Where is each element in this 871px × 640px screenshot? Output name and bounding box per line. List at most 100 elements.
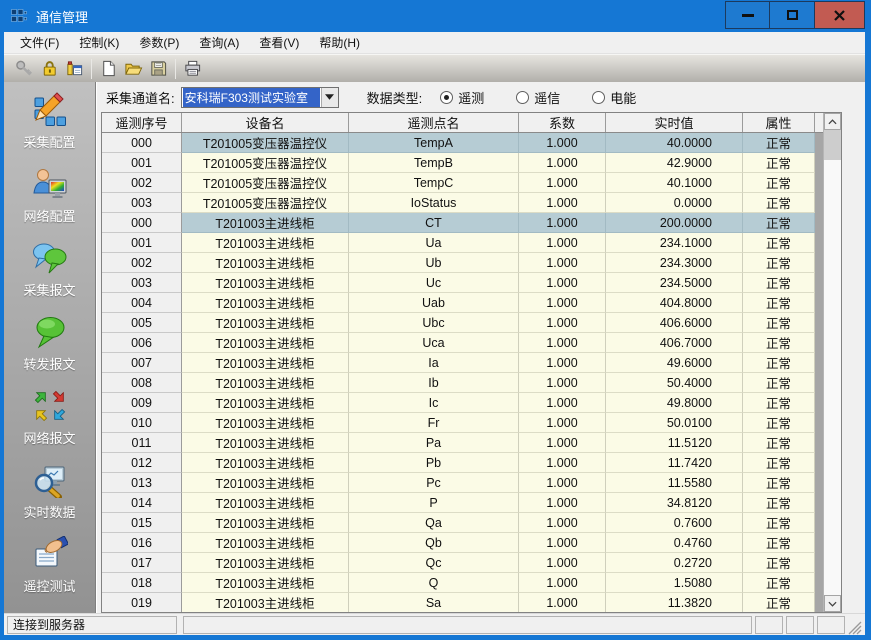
table-row[interactable]: 014 T201003主进线柜 P 1.000 34.8120 正常 [102, 493, 823, 513]
table-row[interactable]: 001 T201003主进线柜 Ua 1.000 234.1000 正常 [102, 233, 823, 253]
resize-grip-icon[interactable] [848, 621, 862, 635]
status-message: 连接到服务器 [7, 616, 177, 634]
sidebar-item-collect-config[interactable]: 采集配置 [4, 92, 95, 166]
cell-coef: 1.000 [519, 333, 606, 353]
sidebar-item-network-message[interactable]: 网络报文 [4, 388, 95, 462]
sidebar-item-collect-message[interactable]: 采集报文 [4, 240, 95, 314]
cell-filler [815, 593, 823, 612]
table-row[interactable]: 018 T201003主进线柜 Q 1.000 1.5080 正常 [102, 573, 823, 593]
menu-item[interactable]: 帮助(H) [309, 31, 370, 54]
cell-filler [815, 373, 823, 393]
table-row[interactable]: 007 T201003主进线柜 Ia 1.000 49.6000 正常 [102, 353, 823, 373]
new-file-icon[interactable] [96, 57, 121, 80]
cell-filler [815, 233, 823, 253]
maximize-button[interactable] [770, 1, 815, 29]
cell-attr: 正常 [743, 313, 815, 333]
table-row[interactable]: 003 T201005变压器温控仪 IoStatus 1.000 0.0000 … [102, 193, 823, 213]
save-icon[interactable] [146, 57, 171, 80]
column-header-coef[interactable]: 系数 [519, 113, 606, 132]
cell-coef: 1.000 [519, 253, 606, 273]
cell-coef: 1.000 [519, 273, 606, 293]
client-area: 文件(F) 控制(K) 参数(P) 查询(A) 查看(V) 帮助(H) [4, 32, 865, 635]
print-icon[interactable] [180, 57, 205, 80]
cell-filler [815, 333, 823, 353]
table-row[interactable]: 019 T201003主进线柜 Sa 1.000 11.3820 正常 [102, 593, 823, 612]
column-header-point[interactable]: 遥测点名 [349, 113, 519, 132]
sidebar-item-forward-message[interactable]: 转发报文 [4, 314, 95, 388]
table-row[interactable]: 008 T201003主进线柜 Ib 1.000 50.4000 正常 [102, 373, 823, 393]
cell-value: 1.5080 [606, 573, 743, 593]
column-header-seq[interactable]: 遥测序号 [102, 113, 182, 132]
menu-item[interactable]: 参数(P) [129, 31, 189, 54]
cell-value: 11.5580 [606, 473, 743, 493]
cell-seq: 017 [102, 553, 182, 573]
cell-device: T201003主进线柜 [182, 273, 349, 293]
table-row[interactable]: 017 T201003主进线柜 Qc 1.000 0.2720 正常 [102, 553, 823, 573]
scroll-down-button[interactable] [824, 595, 841, 612]
cell-seq: 000 [102, 213, 182, 233]
cell-attr: 正常 [743, 213, 815, 233]
scroll-up-button[interactable] [824, 113, 841, 130]
table-row[interactable]: 010 T201003主进线柜 Fr 1.000 50.0100 正常 [102, 413, 823, 433]
cell-device: T201003主进线柜 [182, 473, 349, 493]
cell-seq: 018 [102, 573, 182, 593]
cell-attr: 正常 [743, 353, 815, 373]
datatype-label: 数据类型: [367, 88, 423, 107]
column-header-attr[interactable]: 属性 [743, 113, 815, 132]
chevron-down-icon [325, 94, 334, 100]
datatype-radio-option[interactable]: 遥测 [440, 88, 484, 107]
cell-attr: 正常 [743, 253, 815, 273]
cell-attr: 正常 [743, 573, 815, 593]
cell-attr: 正常 [743, 233, 815, 253]
datatype-radio-option[interactable]: 电能 [592, 88, 636, 107]
table-row[interactable]: 006 T201003主进线柜 Uca 1.000 406.7000 正常 [102, 333, 823, 353]
menu-item[interactable]: 查看(V) [249, 31, 309, 54]
table-row[interactable]: 003 T201003主进线柜 Uc 1.000 234.5000 正常 [102, 273, 823, 293]
table-row[interactable]: 000 T201003主进线柜 CT 1.000 200.0000 正常 [102, 213, 823, 233]
cell-coef: 1.000 [519, 293, 606, 313]
table-row[interactable]: 016 T201003主进线柜 Qb 1.000 0.4760 正常 [102, 533, 823, 553]
config-tool-icon[interactable] [62, 57, 87, 80]
table-row[interactable]: 000 T201005变压器温控仪 TempA 1.000 40.0000 正常 [102, 133, 823, 153]
cell-filler [815, 413, 823, 433]
cell-device: T201003主进线柜 [182, 573, 349, 593]
column-header-value[interactable]: 实时值 [606, 113, 743, 132]
scrollbar-thumb[interactable] [824, 130, 841, 160]
table-row[interactable]: 013 T201003主进线柜 Pc 1.000 11.5580 正常 [102, 473, 823, 493]
table-row[interactable]: 005 T201003主进线柜 Ubc 1.000 406.6000 正常 [102, 313, 823, 333]
table-row[interactable]: 002 T201005变压器温控仪 TempC 1.000 40.1000 正常 [102, 173, 823, 193]
column-header-device[interactable]: 设备名 [182, 113, 349, 132]
menu-item[interactable]: 查询(A) [189, 31, 249, 54]
table-row[interactable]: 004 T201003主进线柜 Uab 1.000 404.8000 正常 [102, 293, 823, 313]
table-row[interactable]: 011 T201003主进线柜 Pa 1.000 11.5120 正常 [102, 433, 823, 453]
minimize-button[interactable] [725, 1, 770, 29]
scrollbar-track[interactable] [824, 160, 841, 595]
table-row[interactable]: 012 T201003主进线柜 Pb 1.000 11.7420 正常 [102, 453, 823, 473]
cell-filler [815, 513, 823, 533]
vertical-scrollbar[interactable] [823, 113, 841, 612]
sidebar-item-remote-test[interactable]: 遥控测试 [4, 536, 95, 610]
table-row[interactable]: 009 T201003主进线柜 Ic 1.000 49.8000 正常 [102, 393, 823, 413]
sidebar-item-realtime-data[interactable]: 实时数据 [4, 462, 95, 536]
sidebar-item-network-config[interactable]: 网络配置 [4, 166, 95, 240]
cell-point: Uca [349, 333, 519, 353]
menu-item[interactable]: 控制(K) [69, 31, 129, 54]
cell-point: Qb [349, 533, 519, 553]
table-row[interactable]: 002 T201003主进线柜 Ub 1.000 234.3000 正常 [102, 253, 823, 273]
key-icon[interactable] [12, 57, 37, 80]
cell-filler [815, 433, 823, 453]
open-file-icon[interactable] [121, 57, 146, 80]
cell-seq: 008 [102, 373, 182, 393]
channel-combobox[interactable]: 安科瑞F303测试实验室 [181, 87, 339, 108]
cell-value: 234.5000 [606, 273, 743, 293]
datatype-radio-option[interactable]: 遥信 [516, 88, 560, 107]
close-button[interactable] [815, 1, 865, 29]
menu-item[interactable]: 文件(F) [10, 31, 69, 54]
table-row[interactable]: 001 T201005变压器温控仪 TempB 1.000 42.9000 正常 [102, 153, 823, 173]
combobox-dropdown-button[interactable] [321, 88, 338, 107]
cell-seq: 014 [102, 493, 182, 513]
table-row[interactable]: 015 T201003主进线柜 Qa 1.000 0.7600 正常 [102, 513, 823, 533]
cell-seq: 011 [102, 433, 182, 453]
lock-icon[interactable] [37, 57, 62, 80]
sidebar-item-icon [32, 240, 68, 276]
